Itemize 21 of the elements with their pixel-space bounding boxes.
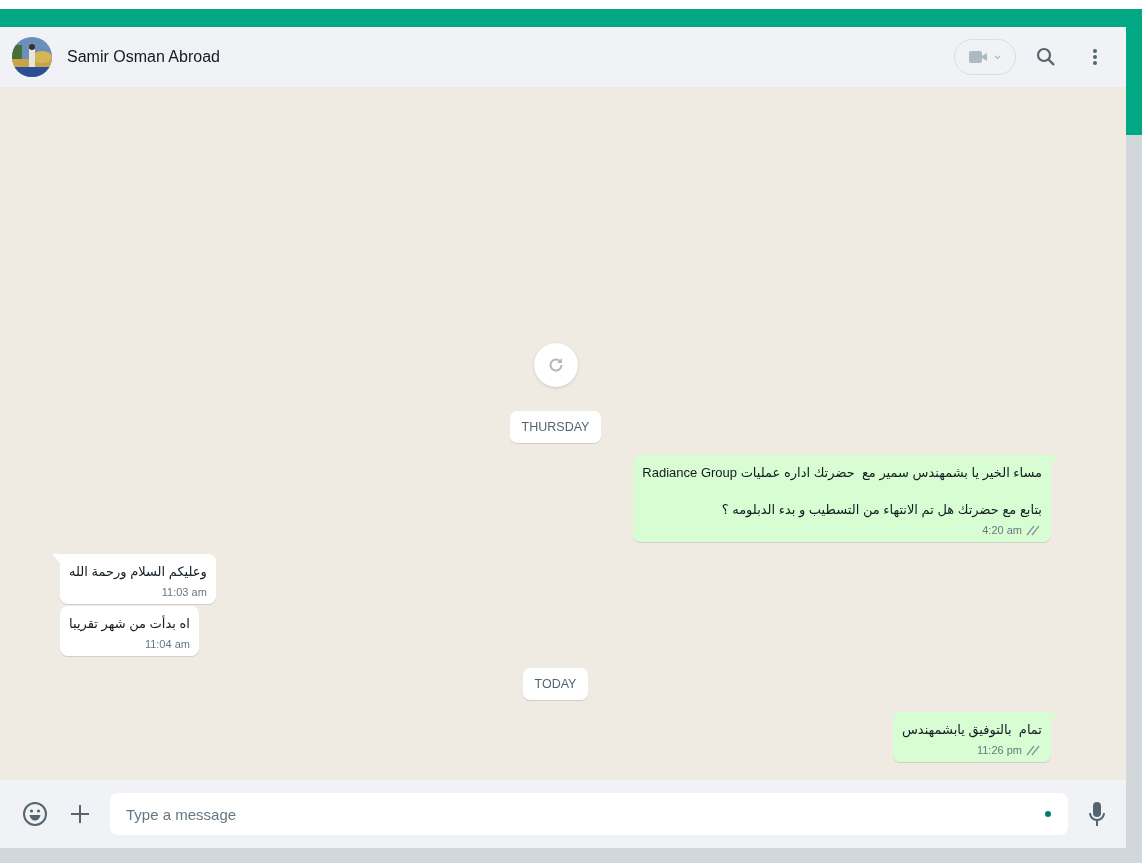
message-time: 11:04 am [144, 638, 190, 650]
message-text: مساء الخير يا بشمهندس سمير مع حضرتك اداره عمليات Radiance Group [642, 464, 1042, 482]
message-time: 11:26 pm [976, 744, 1022, 756]
message-text: وعليكم السلام ورحمة الله [69, 563, 207, 581]
message-text: تمام بالتوفيق يابشمهندس [901, 721, 1042, 739]
message-time: 4:20 am [982, 524, 1022, 536]
date-label: THURSDAY [509, 411, 602, 443]
emoji-icon[interactable] [22, 801, 48, 827]
plus-icon[interactable] [70, 804, 90, 824]
menu-icon[interactable] [1092, 48, 1098, 66]
microphone-icon[interactable] [1088, 801, 1106, 827]
search-icon[interactable] [1036, 47, 1056, 67]
status-dot-icon [1045, 811, 1051, 817]
message-text: اه بدأت من شهر تقريبا [69, 614, 190, 633]
message-input[interactable]: Type a message [110, 793, 1068, 835]
contact-name[interactable]: Samir Osman Abroad [67, 48, 220, 66]
refresh-icon [546, 356, 565, 374]
video-camera-icon [967, 49, 1003, 65]
message-text: بتابع مع حضرتك هل تم الانتهاء من التسطيب و بدء الدبلومه ؟ [720, 501, 1042, 519]
message-time: 11:03 am [161, 586, 207, 598]
date-label: TODAY [522, 668, 589, 700]
